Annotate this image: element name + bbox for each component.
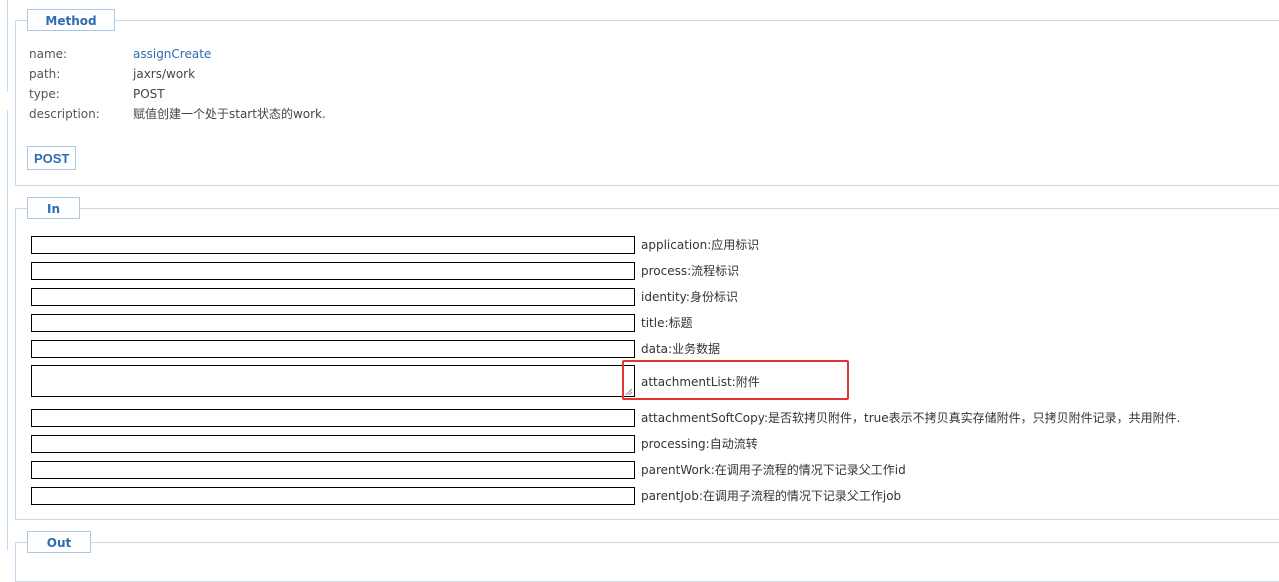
- method-section: Method name: assignCreate path: jaxrs/wo…: [15, 9, 1279, 186]
- annotation-highlight-box: [622, 360, 849, 400]
- method-type-value: POST: [133, 87, 165, 101]
- method-path-key: path:: [29, 67, 61, 81]
- application-label: application:应用标识: [641, 238, 760, 252]
- parent-job-input[interactable]: [31, 487, 635, 505]
- in-legend: In: [27, 197, 80, 219]
- processing-label: processing:自动流转: [641, 437, 758, 451]
- attachment-list-textarea[interactable]: [31, 365, 635, 397]
- out-section: Out: [15, 531, 1279, 582]
- left-edge-line: [0, 0, 8, 92]
- parent-work-label: parentWork:在调用子流程的情况下记录父工作id: [641, 463, 906, 477]
- method-description-value: 赋值创建一个处于start状态的work.: [133, 107, 326, 121]
- method-legend: Method: [27, 9, 115, 31]
- method-description-key: description:: [29, 107, 100, 121]
- attachment-soft-copy-label: attachmentSoftCopy:是否软拷贝附件，true表示不拷贝真实存储…: [641, 411, 1181, 425]
- processing-input[interactable]: [31, 435, 635, 453]
- post-button[interactable]: POST: [27, 146, 76, 170]
- process-input[interactable]: [31, 262, 635, 280]
- left-edge-line: [0, 110, 8, 550]
- title-label: title:标题: [641, 316, 693, 330]
- method-type-key: type:: [29, 87, 60, 101]
- parent-job-label: parentJob:在调用子流程的情况下记录父工作job: [641, 489, 902, 503]
- attachment-soft-copy-input[interactable]: [31, 409, 635, 427]
- method-path-value: jaxrs/work: [133, 67, 196, 81]
- method-name-key: name:: [29, 47, 68, 61]
- identity-input[interactable]: [31, 288, 635, 306]
- application-input[interactable]: [31, 236, 635, 254]
- process-label: process:流程标识: [641, 264, 740, 278]
- data-label: data:业务数据: [641, 342, 721, 356]
- method-name-value[interactable]: assignCreate: [133, 45, 211, 63]
- data-input[interactable]: [31, 340, 635, 358]
- parent-work-input[interactable]: [31, 461, 635, 479]
- identity-label: identity:身份标识: [641, 290, 738, 304]
- title-input[interactable]: [31, 314, 635, 332]
